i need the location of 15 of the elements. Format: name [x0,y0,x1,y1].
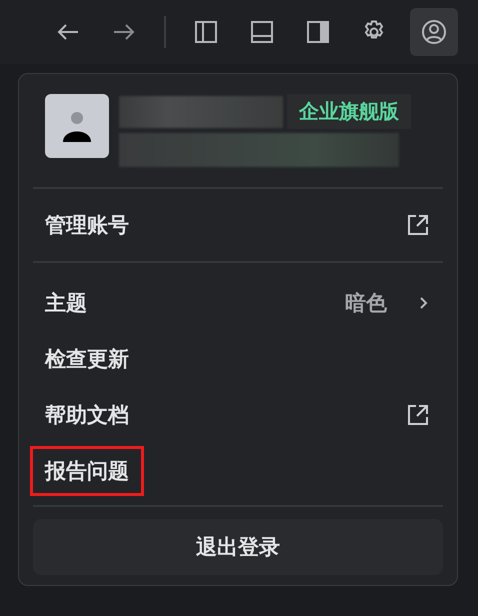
external-link-icon [407,404,429,426]
menu-item[interactable]: 管理账号 [33,197,443,253]
menu-item[interactable]: 报告问题 [33,443,443,499]
menu-item[interactable]: 主题 暗色 [33,275,443,331]
external-link-icon [407,214,429,236]
left-panel-icon [192,18,220,46]
avatar-icon [45,94,109,158]
bottom-panel-icon [248,18,276,46]
menu-item[interactable]: 帮助文档 [33,387,443,443]
theme-value: 暗色 [345,290,387,317]
account-button[interactable] [410,8,458,56]
logout-button[interactable]: 退出登录 [33,519,443,575]
menu-item[interactable]: 检查更新 [33,331,443,387]
plan-badge: 企业旗舰版 [287,94,411,129]
account-icon [420,18,448,46]
